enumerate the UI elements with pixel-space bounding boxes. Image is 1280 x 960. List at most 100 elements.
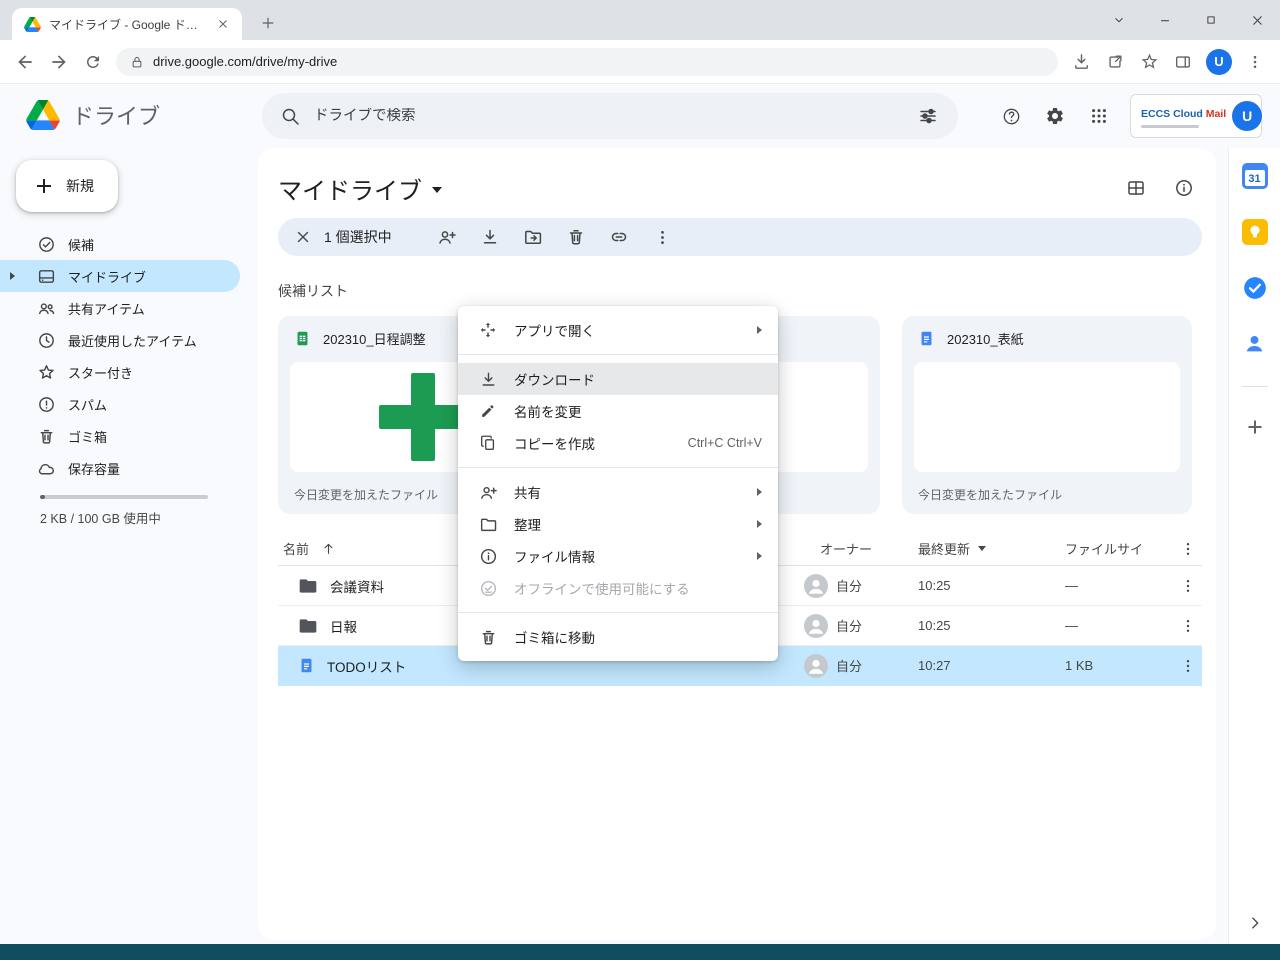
new-tab-button[interactable] [254,9,282,37]
card-reason-note: 今日変更を加えたファイル [918,486,1062,503]
forward-button[interactable] [42,45,76,79]
help-icon[interactable] [991,96,1031,136]
menu-divider [458,354,778,355]
more-actions-kebab-icon[interactable] [641,218,684,256]
sidebar-item-storage[interactable]: 保存容量 [0,452,240,484]
reload-button[interactable] [76,45,110,79]
window-close-button[interactable] [1234,0,1280,40]
sidebar-item-shared[interactable]: 共有アイテム [0,292,240,324]
sidebar-item-spam[interactable]: スパム [0,388,240,420]
account-avatar[interactable]: U [1232,101,1262,131]
menu-item-rename[interactable]: 名前を変更 [458,395,778,427]
storage-usage-text: 2 KB / 100 GB 使用中 [40,508,161,527]
menu-item-label: オフラインで使用可能にする [514,578,690,598]
menu-item-label: 整理 [514,514,541,534]
folder-icon [298,616,318,636]
move-to-folder-icon[interactable] [512,218,555,256]
account-badge[interactable]: ECCS Cloud Mail U [1130,94,1262,138]
downloads-icon[interactable] [1064,45,1098,79]
details-info-icon[interactable] [1164,168,1204,208]
sidebar-item-recent[interactable]: 最近使用したアイテム [0,324,240,356]
menu-item-open-with[interactable]: アプリで開く [458,314,778,346]
header-name[interactable]: 名前 [283,539,309,558]
suggestions-heading: 候補リスト [278,281,348,301]
menu-item-make-copy[interactable]: コピーを作成 Ctrl+C Ctrl+V [458,427,778,459]
menu-divider [458,612,778,613]
clear-selection-icon[interactable] [284,218,322,256]
get-add-ons-plus-icon[interactable] [1245,417,1265,437]
row-menu-kebab-icon[interactable] [1180,578,1196,594]
side-panel-icon[interactable] [1166,45,1200,79]
sidebar-item-my-drive[interactable]: マイドライブ [0,260,240,292]
tasks-icon[interactable] [1242,275,1268,301]
offline-pin-icon [478,579,498,598]
docs-file-icon [298,656,315,675]
download-icon[interactable] [469,218,512,256]
browser-menu-kebab-icon[interactable] [1238,45,1272,79]
menu-item-download[interactable]: ダウンロード [458,363,778,395]
search-options-tune-icon[interactable] [908,96,948,136]
menu-item-move-to-trash[interactable]: ゴミ箱に移動 [458,621,778,653]
sidebar-item-suggestions[interactable]: 候補 [0,228,240,260]
pencil-icon [478,402,498,420]
card-file-name: 202310_日程調整 [323,329,426,348]
settings-gear-icon[interactable] [1035,96,1075,136]
menu-item-share[interactable]: 共有 [458,476,778,508]
trash-icon[interactable] [555,218,598,256]
maximize-button[interactable] [1188,0,1234,40]
bookmark-star-icon[interactable] [1132,45,1166,79]
keep-icon[interactable] [1242,219,1268,245]
header-owner[interactable]: オーナー [820,539,872,558]
badge-subtext-line [1141,125,1199,128]
show-side-panel-chevron-icon[interactable] [1246,914,1264,932]
drive-brand[interactable]: ドライブ [26,99,160,131]
grid-view-toggle-icon[interactable] [1116,168,1156,208]
sidebar-item-label: ゴミ箱 [68,427,107,446]
page-title-dropdown[interactable]: マイドライブ [278,171,442,206]
sidebar-item-starred[interactable]: スター付き [0,356,240,388]
suggestion-card-doc[interactable]: 202310_表紙 今日変更を加えたファイル [902,316,1192,514]
sort-ascending-icon[interactable] [321,541,336,556]
owner-name: 自分 [836,656,862,675]
copy-link-icon[interactable] [598,218,641,256]
row-menu-kebab-icon[interactable] [1180,658,1196,674]
tab-search-chevron-icon[interactable] [1096,0,1142,40]
minimize-button[interactable] [1142,0,1188,40]
search-icon[interactable] [280,106,300,126]
menu-item-organize[interactable]: 整理 [458,508,778,540]
sort-descending-icon[interactable] [978,546,986,551]
header-modified[interactable]: 最終更新 [918,539,970,558]
browser-tab[interactable]: マイドライブ - Google ドライブ [12,8,242,40]
share-page-icon[interactable] [1098,45,1132,79]
share-person-add-icon[interactable] [426,218,469,256]
context-menu: アプリで開く ダウンロード 名前を変更 コピーを作成 Ctrl+C Ctrl+V… [458,306,778,661]
browser-profile-avatar[interactable]: U [1206,49,1232,75]
card-file-name: 202310_表紙 [947,329,1024,348]
search-input[interactable] [314,108,894,124]
owner-name: 自分 [836,576,862,595]
site-info-lock-icon[interactable] [130,55,144,69]
file-name: 会議資料 [330,576,384,596]
address-bar[interactable]: drive.google.com/drive/my-drive [116,48,1058,76]
header-size[interactable]: ファイルサイ [1065,542,1143,557]
share-person-add-icon [478,483,498,502]
file-size: — [1065,618,1078,633]
drive-header: ドライブ ECCS Cloud Mail U [0,84,1280,148]
sidebar-item-trash[interactable]: ゴミ箱 [0,420,240,452]
expand-caret-icon[interactable] [10,272,15,280]
menu-item-offline[interactable]: オフラインで使用可能にする [458,572,778,604]
back-button[interactable] [8,45,42,79]
row-menu-kebab-icon[interactable] [1180,618,1196,634]
tab-close-icon[interactable] [212,13,234,35]
sidebar-item-label: スパム [68,395,107,414]
contacts-icon[interactable] [1242,331,1267,356]
apps-grid-icon[interactable] [1079,96,1119,136]
menu-item-file-info[interactable]: ファイル情報 [458,540,778,572]
calendar-icon[interactable]: 31 [1242,163,1268,189]
new-button[interactable]: 新規 [16,160,118,212]
column-options-kebab-icon[interactable] [1180,541,1196,557]
selection-count: 1 個選択中 [324,227,392,247]
trash-icon [36,427,56,446]
file-size: — [1065,578,1078,593]
drive-search-bar[interactable] [262,93,958,139]
